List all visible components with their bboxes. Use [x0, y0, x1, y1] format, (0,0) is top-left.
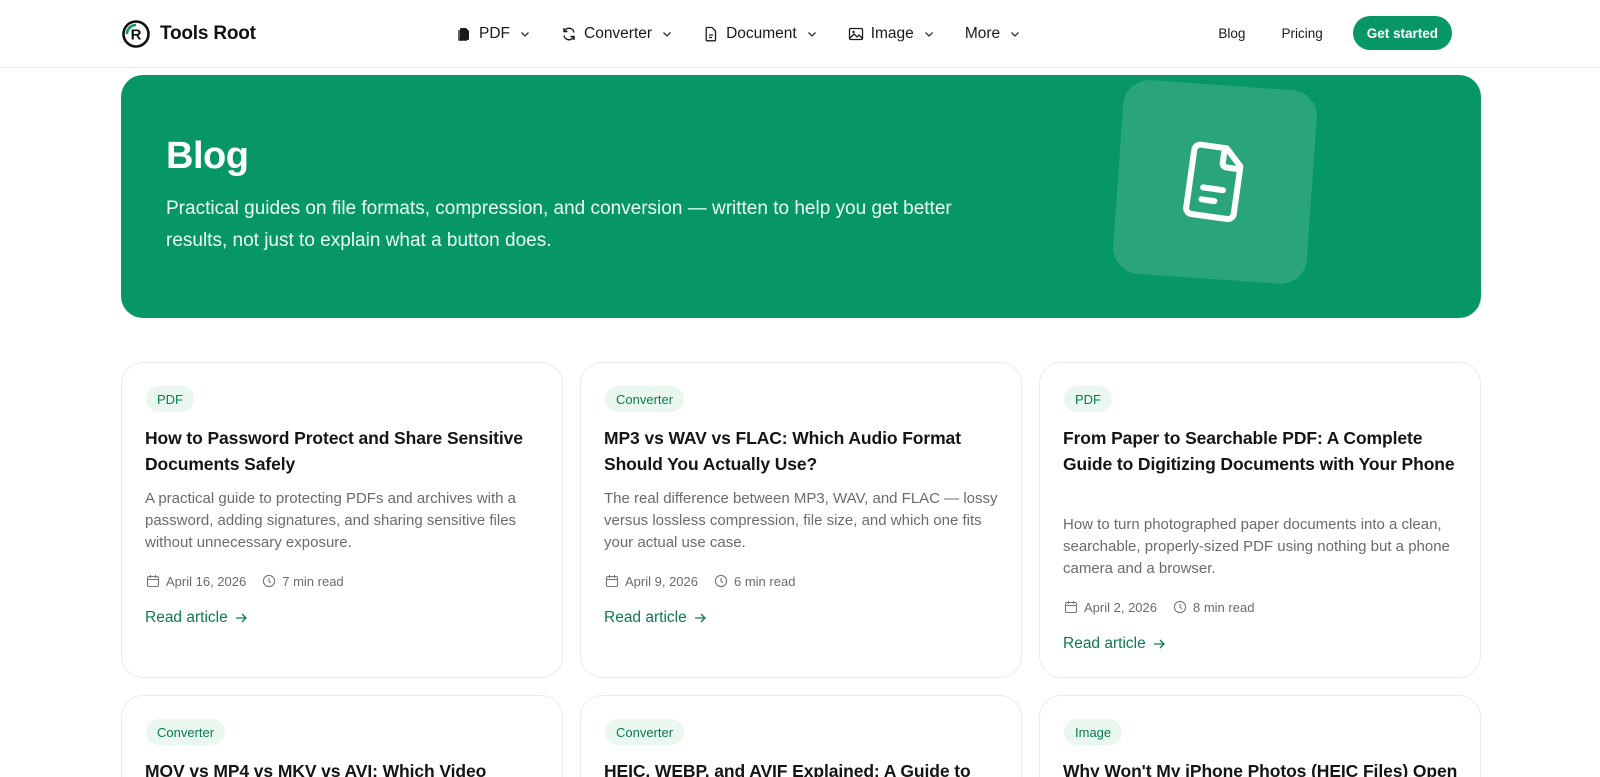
brand-logo-icon: R [122, 20, 150, 48]
hero-illustration [1111, 78, 1319, 286]
nav-item-converter[interactable]: Converter [561, 25, 673, 43]
blog-hero: Blog Practical guides on file formats, c… [121, 75, 1481, 318]
card-title[interactable]: HEIC, WEBP, and AVIF Explained: A Guide … [604, 758, 1004, 777]
brand-logo[interactable]: R Tools Root [122, 19, 256, 49]
arrow-right-icon [1153, 639, 1165, 649]
read-article-link[interactable]: Read article [1063, 635, 1166, 653]
post-date: April 16, 2026 [166, 573, 247, 589]
refresh-icon [563, 27, 575, 41]
chevron-down-icon [663, 32, 672, 37]
svg-text:R: R [131, 27, 142, 44]
blog-card[interactable]: PDF How to Password Protect and Share Se… [121, 362, 563, 678]
blog-card[interactable]: PDF From Paper to Searchable PDF: A Comp… [1039, 362, 1481, 678]
card-title[interactable]: Why Won't My iPhone Photos (HEIC Files) … [1063, 758, 1463, 777]
clock-icon [1173, 600, 1187, 614]
main-nav: PDF Converter Document Image More [456, 20, 1051, 48]
card-excerpt: The real difference between MP3, WAV, an… [604, 490, 998, 551]
blog-card[interactable]: Converter MOV vs MP4 vs MKV vs AVI: Whic… [121, 695, 563, 777]
clock-icon [263, 574, 276, 588]
header-actions: Blog Pricing Get started [1218, 16, 1452, 50]
calendar-icon [146, 575, 160, 588]
category-tag[interactable]: PDF [1064, 386, 1112, 412]
category-tag[interactable]: Image [1064, 719, 1123, 745]
card-meta: April 2, 2026 8 min read [1064, 598, 1254, 616]
chevron-down-icon [807, 32, 816, 37]
get-started-button[interactable]: Get started [1352, 16, 1452, 50]
nav-item-label: More [964, 25, 1001, 42]
card-title[interactable]: How to Password Protect and Share Sensit… [145, 425, 545, 477]
chevron-down-icon [1011, 32, 1020, 37]
category-tag[interactable]: PDF [146, 386, 194, 412]
category-tag[interactable]: Converter [605, 386, 685, 412]
calendar-icon [1064, 601, 1078, 614]
files-icon [458, 28, 469, 41]
category-tag[interactable]: Converter [605, 719, 685, 745]
read-article-label: Read article [604, 609, 687, 626]
read-time: 7 min read [282, 573, 344, 589]
read-time: 8 min read [1193, 599, 1255, 615]
nav-item-label: PDF [479, 25, 510, 42]
chevron-down-icon [924, 32, 933, 37]
page-subtitle: Practical guides on file formats, compre… [166, 198, 952, 251]
page-title: Blog [166, 135, 249, 177]
site-header: R Tools Root PDF Converter Document Imag… [0, 0, 1600, 68]
blog-card[interactable]: Converter MP3 vs WAV vs FLAC: Which Audi… [580, 362, 1022, 678]
clock-icon [714, 574, 728, 588]
card-excerpt: How to turn photographed paper documents… [1063, 516, 1450, 577]
nav-item-more[interactable]: More [965, 25, 1021, 43]
nav-item-label: Document [726, 25, 797, 42]
card-title[interactable]: MOV vs MP4 vs MKV vs AVI: Which Video [145, 758, 545, 777]
card-excerpt: A practical guide to protecting PDFs and… [145, 490, 517, 551]
nav-item-label: Image [870, 25, 914, 42]
document-icon [1183, 141, 1244, 223]
nav-item-label: Converter [584, 25, 653, 42]
read-time: 6 min read [734, 573, 796, 589]
arrow-right-icon [235, 613, 247, 623]
post-date: April 9, 2026 [625, 573, 698, 589]
read-article-link[interactable]: Read article [604, 609, 707, 627]
blog-card[interactable]: Image Why Won't My iPhone Photos (HEIC F… [1039, 695, 1481, 777]
pricing-link[interactable]: Pricing [1281, 26, 1322, 41]
image-icon [848, 27, 863, 41]
read-article-link[interactable]: Read article [145, 609, 248, 627]
card-meta: April 9, 2026 6 min read [605, 572, 795, 590]
blog-link[interactable]: Blog [1218, 26, 1245, 41]
card-meta: April 16, 2026 7 min read [146, 572, 344, 590]
blog-card[interactable]: Converter HEIC, WEBP, and AVIF Explained… [580, 695, 1022, 777]
category-tag[interactable]: Converter [146, 719, 226, 745]
card-title[interactable]: MP3 vs WAV vs FLAC: Which Audio Format S… [604, 425, 1004, 477]
document-icon [705, 26, 717, 42]
read-article-label: Read article [1063, 635, 1146, 652]
card-title[interactable]: From Paper to Searchable PDF: A Complete… [1063, 425, 1463, 477]
nav-item-document[interactable]: Document [703, 25, 818, 43]
read-article-label: Read article [145, 609, 228, 626]
brand-name: Tools Root [160, 23, 256, 44]
post-date: April 2, 2026 [1084, 599, 1157, 615]
nav-item-image[interactable]: Image [848, 25, 935, 43]
nav-item-pdf[interactable]: PDF [456, 25, 531, 43]
arrow-right-icon [694, 613, 706, 623]
calendar-icon [605, 575, 619, 588]
chevron-down-icon [521, 32, 529, 37]
